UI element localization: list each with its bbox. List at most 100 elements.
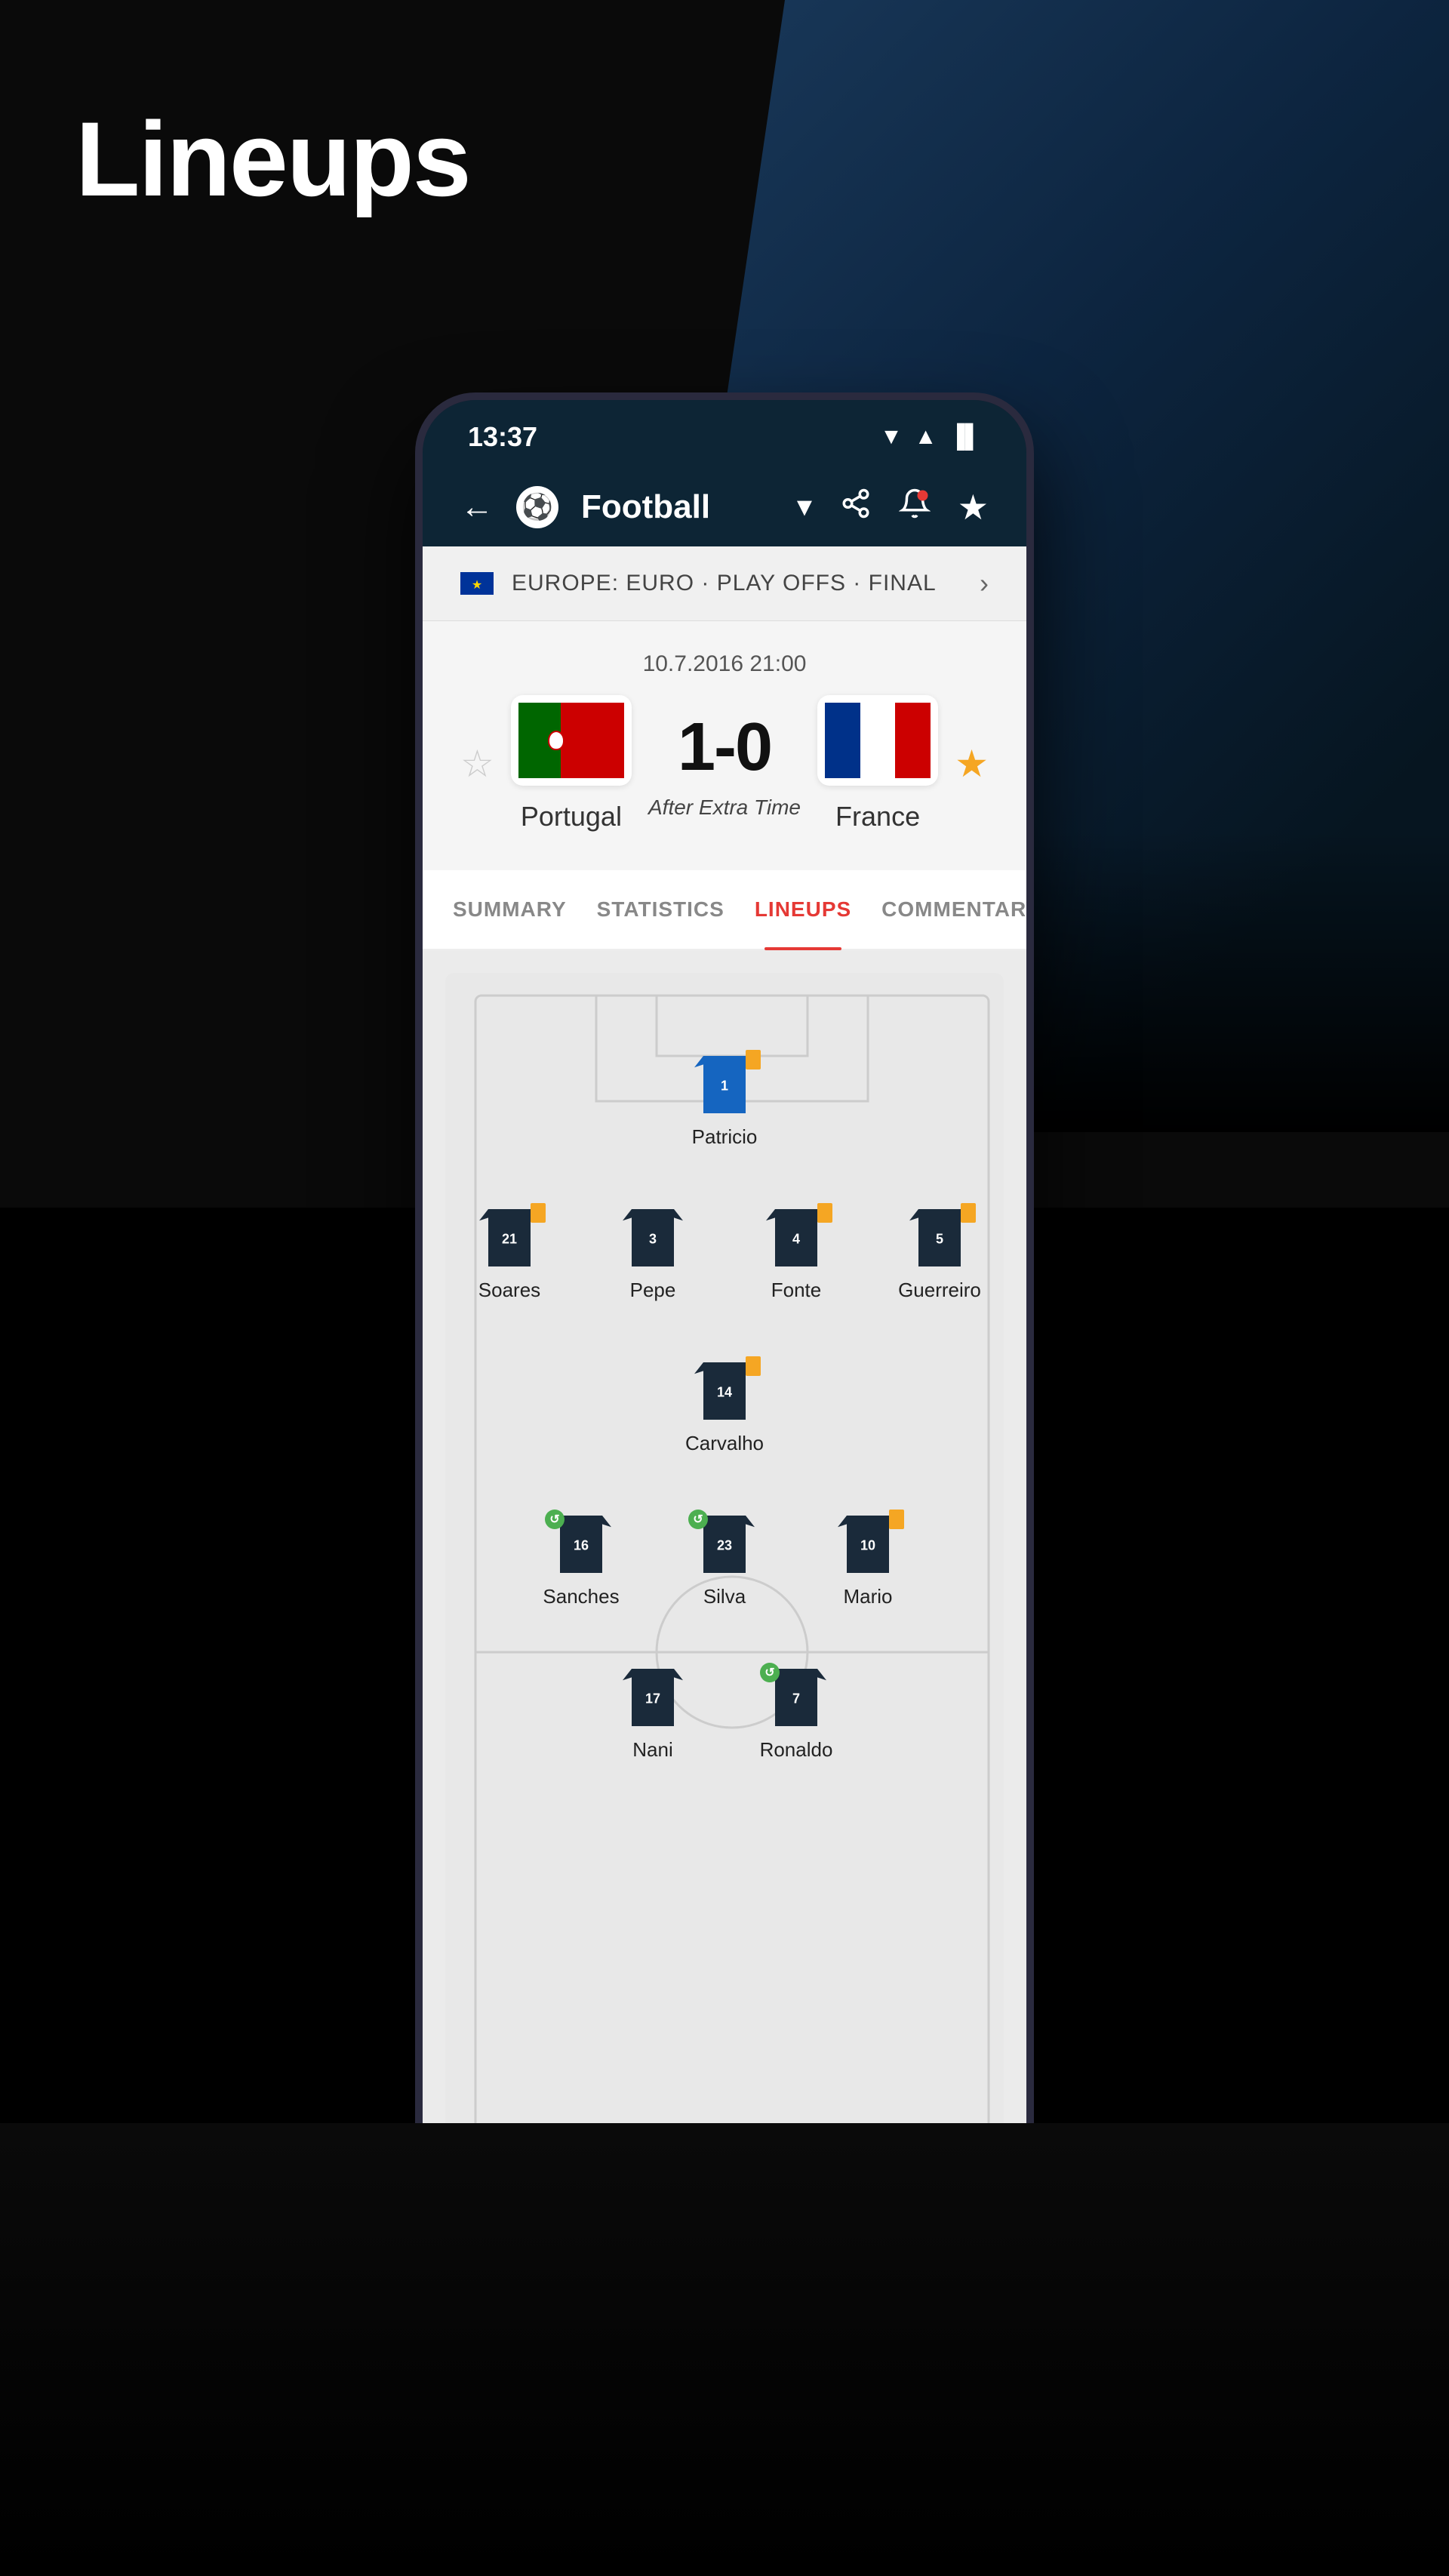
- player-name-ronaldo: Ronaldo: [760, 1738, 833, 1762]
- player-name-carvalho: Carvalho: [685, 1432, 764, 1455]
- sub-badge-sanches: ↺: [545, 1510, 565, 1529]
- player-shirt-ronaldo: 7 ↺: [766, 1669, 826, 1729]
- player-fonte: 4 Fonte: [747, 1209, 845, 1302]
- match-row: ☆ Portugal 1-0 After Extra Time: [460, 695, 989, 833]
- player-name-sanches: Sanches: [543, 1585, 619, 1608]
- yellow-card-patricio: [746, 1050, 761, 1069]
- sub-badge-ronaldo: ↺: [760, 1663, 780, 1682]
- player-patricio: 1 Patricio: [675, 1056, 774, 1149]
- nav-actions: ★: [840, 487, 989, 528]
- player-number-nani: 17: [645, 1691, 660, 1707]
- tab-summary[interactable]: SUMMARY: [438, 870, 582, 949]
- player-number-mario: 10: [860, 1538, 875, 1554]
- svg-text:★: ★: [472, 579, 482, 592]
- player-shirt-sanches: 16 ↺: [551, 1516, 611, 1576]
- player-shirt-silva: 23 ↺: [694, 1516, 755, 1576]
- page-bottom: [0, 2123, 1449, 2576]
- sub-badge-silva: ↺: [688, 1510, 708, 1529]
- player-number-guerreiro: 5: [936, 1232, 943, 1248]
- phone-mockup: 13:37 ▼ ▲ ▐▌ ← ⚽ Football ▼: [415, 392, 1034, 2362]
- player-shirt-soares: 21: [479, 1209, 540, 1270]
- status-bar: 13:37 ▼ ▲ ▐▌: [423, 400, 1026, 468]
- dropdown-icon[interactable]: ▼: [792, 493, 817, 522]
- breadcrumb-chevron: ›: [980, 568, 989, 599]
- player-sanches: 16 ↺ Sanches: [532, 1516, 630, 1608]
- yellow-card-soares: [531, 1203, 546, 1223]
- home-team-section: Portugal: [511, 695, 632, 833]
- football-icon: ⚽: [516, 486, 558, 528]
- player-name-mario: Mario: [843, 1585, 892, 1608]
- nav-bar: ← ⚽ Football ▼ ★: [423, 468, 1026, 546]
- player-number-sanches: 16: [574, 1538, 589, 1554]
- player-row-fwd: 17 Nani 7 ↺ Ronaldo: [460, 1669, 989, 1762]
- match-score: 1-0: [678, 709, 771, 786]
- home-team-flag: [511, 695, 632, 786]
- nav-title: Football: [581, 488, 784, 526]
- extra-time-label: After Extra Time: [648, 796, 801, 820]
- yellow-card-carvalho: [746, 1356, 761, 1376]
- player-shirt-guerreiro: 5: [909, 1209, 970, 1270]
- away-favorite-star[interactable]: ★: [955, 742, 989, 786]
- back-button[interactable]: ←: [460, 488, 494, 526]
- score-section: 1-0 After Extra Time: [648, 709, 801, 820]
- bell-icon[interactable]: [899, 488, 931, 527]
- player-carvalho: 14 Carvalho: [675, 1362, 774, 1455]
- player-name-soares: Soares: [478, 1279, 540, 1302]
- player-silva: 23 ↺ Silva: [675, 1516, 774, 1608]
- breadcrumb-text: EUROPE: EURO · PLAY OFFS · FINAL: [512, 571, 937, 596]
- yellow-card-guerreiro: [961, 1203, 976, 1223]
- eu-flag-icon: ★: [460, 572, 494, 595]
- signal-icon: ▲: [915, 424, 937, 450]
- breadcrumb-left: ★ EUROPE: EURO · PLAY OFFS · FINAL: [460, 571, 937, 596]
- player-name-fonte: Fonte: [771, 1279, 822, 1302]
- away-team-section: France: [817, 695, 938, 833]
- yellow-card-fonte: [817, 1203, 832, 1223]
- player-shirt-pepe: 3: [623, 1209, 683, 1270]
- player-name-pepe: Pepe: [630, 1279, 676, 1302]
- favorite-icon[interactable]: ★: [958, 487, 989, 528]
- player-number-pepe: 3: [649, 1232, 657, 1248]
- tabs-bar: SUMMARY STATISTICS LINEUPS COMMENTARY: [423, 870, 1026, 950]
- phone-frame: 13:37 ▼ ▲ ▐▌ ← ⚽ Football ▼: [415, 392, 1034, 2362]
- player-mario: 10 Mario: [819, 1516, 917, 1608]
- home-favorite-star[interactable]: ☆: [460, 742, 494, 786]
- player-nani: 17 Nani: [604, 1669, 702, 1762]
- home-team-name: Portugal: [521, 801, 622, 833]
- breadcrumb[interactable]: ★ EUROPE: EURO · PLAY OFFS · FINAL ›: [423, 546, 1026, 621]
- tab-lineups[interactable]: LINEUPS: [740, 870, 866, 949]
- tab-statistics[interactable]: STATISTICS: [582, 870, 740, 949]
- battery-icon: ▐▌: [949, 424, 981, 450]
- player-row-def: 21 Soares 3 Pepe: [460, 1209, 989, 1302]
- player-name-patricio: Patricio: [692, 1125, 758, 1149]
- player-number-carvalho: 14: [717, 1385, 732, 1401]
- yellow-card-mario: [889, 1510, 904, 1529]
- player-shirt-fonte: 4: [766, 1209, 826, 1270]
- player-name-guerreiro: Guerreiro: [898, 1279, 981, 1302]
- player-name-nani: Nani: [632, 1738, 672, 1762]
- player-shirt-nani: 17: [623, 1669, 683, 1729]
- status-icons: ▼ ▲ ▐▌: [880, 424, 981, 450]
- share-icon[interactable]: [840, 488, 872, 527]
- player-pepe: 3 Pepe: [604, 1209, 702, 1302]
- page-title: Lineups: [75, 98, 470, 220]
- player-row-mid1: 14 Carvalho: [460, 1362, 989, 1455]
- player-number-ronaldo: 7: [792, 1691, 800, 1707]
- player-ronaldo: 7 ↺ Ronaldo: [747, 1669, 845, 1762]
- portugal-flag: [518, 703, 624, 778]
- wifi-icon: ▼: [880, 424, 903, 450]
- player-name-silva: Silva: [703, 1585, 746, 1608]
- player-number-fonte: 4: [792, 1232, 800, 1248]
- player-row-gk: 1 Patricio: [460, 1056, 989, 1149]
- player-shirt-patricio: 1: [694, 1056, 755, 1116]
- away-team-name: France: [835, 801, 920, 833]
- player-number-silva: 23: [717, 1538, 732, 1554]
- match-date: 10.7.2016 21:00: [460, 651, 989, 677]
- player-number-patricio: 1: [721, 1079, 728, 1094]
- player-shirt-mario: 10: [838, 1516, 898, 1576]
- player-shirt-carvalho: 14: [694, 1362, 755, 1423]
- players-grid: 1 Patricio 21: [460, 996, 989, 1822]
- player-soares: 21 Soares: [460, 1209, 558, 1302]
- france-flag: [825, 703, 931, 778]
- tab-commentary[interactable]: COMMENTARY: [866, 870, 1034, 949]
- match-card: 10.7.2016 21:00 ☆ Portugal 1-0 Af: [423, 621, 1026, 870]
